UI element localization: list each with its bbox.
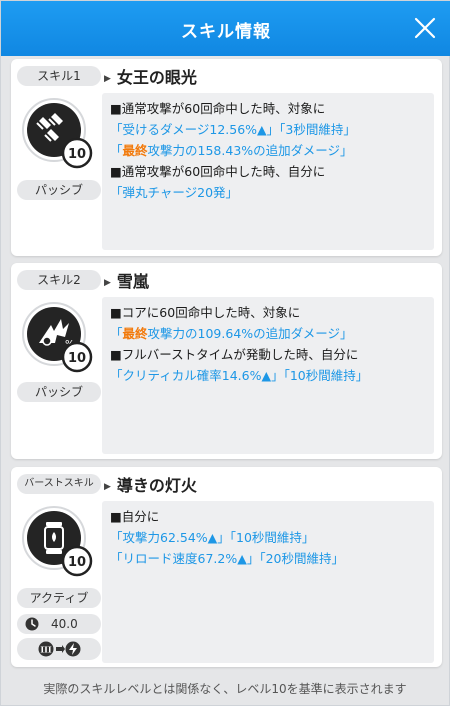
- description-line: 「受けるダメージ12.56%▲」「3秒間維持」: [110, 122, 356, 137]
- lantern-icon: 10: [21, 505, 95, 579]
- triple-bullet-icon: 10: [21, 97, 95, 171]
- close-icon[interactable]: [413, 16, 437, 40]
- description-line: ■フルバーストタイムが発動した時、自分に: [110, 347, 359, 362]
- description-line: 「クリティカル確率14.6%▲」「10秒間維持」: [110, 368, 369, 383]
- skill-name: ▶ 雪嵐: [104, 272, 149, 291]
- skill-level: 10: [68, 147, 86, 162]
- description-line: 「最終攻撃力の158.43%の追加ダメージ」: [110, 143, 353, 158]
- clock-icon: [25, 617, 39, 631]
- skill-type: パッシブ: [17, 382, 101, 402]
- burst-stage-tag: III: [17, 638, 101, 660]
- description-line: ■コアに60回命中した時、対象に: [110, 305, 301, 320]
- svg-text:III: III: [40, 645, 51, 655]
- dialog-title: スキル情報: [181, 22, 271, 42]
- skill-description: ■通常攻撃が60回命中した時、対象に「受けるダメージ12.56%▲」「3秒間維持…: [102, 93, 434, 250]
- skill-level: 10: [68, 555, 86, 570]
- skill-tag: スキル2: [17, 270, 101, 290]
- skill-tag: バーストスキル: [17, 474, 101, 494]
- skill-description: ■自分に「攻撃力62.54%▲」「10秒間維持」「リロード速度67.2%▲」「2…: [102, 501, 434, 663]
- skill-name: ▶ 女王の眼光: [104, 68, 197, 87]
- skill-type: アクティブ: [17, 588, 101, 608]
- description-line: 「最終攻撃力の109.64%の追加ダメージ」: [110, 326, 353, 341]
- skill-card-1: スキル1 ▶ 女王の眼光 10 パッシブ ■通常攻撃が60回命中した時、対象に「受…: [11, 59, 442, 256]
- description-line: ■通常攻撃が60回命中した時、自分に: [110, 164, 326, 179]
- skill-description: ■コアに60回命中した時、対象に「最終攻撃力の109.64%の追加ダメージ」 ■フ…: [102, 297, 434, 454]
- skill-info-dialog: スキル情報 スキル1 ▶ 女王の眼光 10 パッシブ ■通常攻撃が60回命中した…: [0, 0, 450, 706]
- dialog-header: スキル情報: [1, 1, 450, 56]
- description-line: ■通常攻撃が60回命中した時、対象に: [110, 101, 326, 116]
- skill-level: 10: [68, 351, 86, 366]
- skill-tag: スキル1: [17, 66, 101, 86]
- skill-card-2: スキル2 ▶雪嵐 % 10 パッシブ ■コアに60回命中した時、対象に「最終攻撃…: [11, 263, 442, 459]
- skill-card-burst: バーストスキル ▶ 導きの灯火 10 アクティブ 40.0 III ■自分に 「…: [11, 467, 442, 667]
- footer-note: 実際のスキルレベルとは関係なく、レベル10を基準に表示されます: [43, 682, 407, 696]
- burst-percent-icon: % 10: [21, 301, 95, 375]
- cooldown-value: 40.0: [51, 617, 78, 631]
- skill-name: ▶ 導きの灯火: [104, 476, 197, 495]
- description-line: ■自分に: [110, 509, 160, 524]
- arrow-right-icon: [56, 645, 65, 653]
- description-line: 「弾丸チャージ20発」: [110, 185, 239, 200]
- cooldown-tag: 40.0: [17, 614, 101, 634]
- skill-type: パッシブ: [17, 180, 101, 200]
- description-line: 「攻撃力62.54%▲」「10秒間維持」: [110, 530, 315, 545]
- description-line: 「リロード速度67.2%▲」「20秒間維持」: [110, 551, 344, 566]
